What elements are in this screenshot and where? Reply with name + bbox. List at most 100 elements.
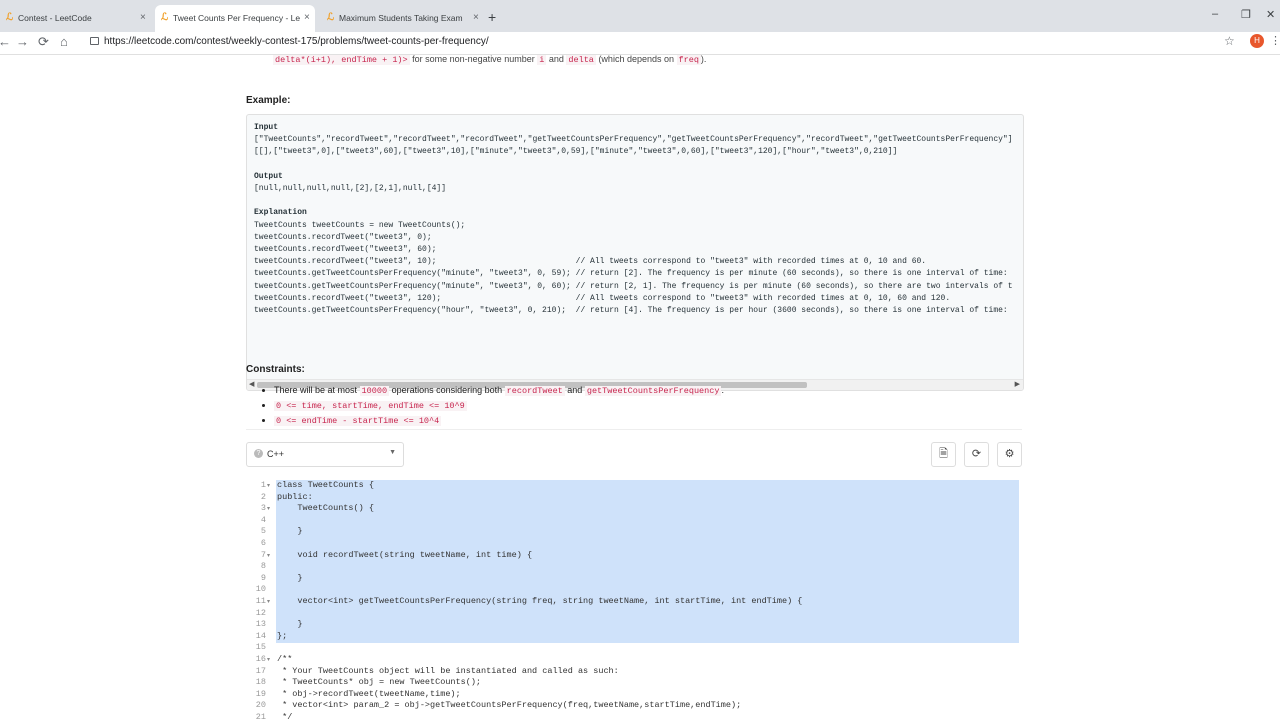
chevron-down-icon: ▼ [389, 449, 396, 456]
maximize-icon[interactable]: ❐ [1241, 8, 1251, 21]
line-number: 7 [260, 549, 266, 560]
new-tab-button[interactable]: + [488, 9, 496, 25]
line-number: 11 [255, 596, 266, 606]
code-line[interactable]: 8 [246, 561, 1022, 573]
profile-avatar[interactable]: H [1250, 34, 1264, 48]
constraint-item: 0 <= time, startTime, endTime <= 10^9 [274, 398, 724, 413]
line-number: 13 [255, 619, 266, 630]
code-line[interactable]: 18 * TweetCounts* obj = new TweetCounts(… [246, 677, 1022, 689]
code-text: */ [277, 712, 293, 722]
language-select[interactable]: ? C++ ▼ [246, 442, 404, 467]
code-text: TweetCounts() { [277, 503, 374, 514]
browser-menu-icon[interactable]: ⋮ [1270, 34, 1280, 47]
fold-toggle-icon[interactable]: ▾ [267, 480, 270, 492]
line-number: 9 [260, 572, 266, 583]
line-number: 6 [260, 538, 266, 548]
code-text: class TweetCounts { [277, 480, 374, 490]
tab-maximum-students[interactable]: ℒ Maximum Students Taking Exam × [321, 5, 483, 32]
code-line[interactable]: 5 } [246, 526, 1022, 538]
line-number: 1 [260, 480, 266, 490]
code-line[interactable]: 3 ▾ TweetCounts() { [246, 503, 1022, 515]
code-line[interactable]: 14}; [246, 631, 1022, 643]
forward-icon[interactable]: → [16, 34, 29, 49]
bookmark-star-icon[interactable]: ☆ [1224, 34, 1235, 48]
code-line[interactable]: 20 * vector<int> param_2 = obj->getTweet… [246, 700, 1022, 712]
code-text: public: [277, 491, 313, 502]
example-line [254, 159, 1013, 171]
example-line: tweetCounts.recordTweet("tweet3", 0); [254, 232, 432, 242]
code-line[interactable]: 7 ▾ void recordTweet(string tweetName, in… [246, 550, 1022, 562]
inline-code: i [537, 55, 547, 65]
back-icon[interactable]: ← [0, 34, 11, 49]
code-text: } [277, 619, 303, 630]
tab-close-icon[interactable]: × [473, 12, 479, 23]
scroll-right-icon[interactable]: ▶ [1015, 380, 1020, 388]
example-line: [null,null,null,null,[2],[2,1],null,[4]] [254, 184, 447, 194]
line-number: 5 [260, 526, 266, 537]
example-line: tweetCounts.recordTweet("tweet3", 120); … [254, 293, 951, 303]
tab-title: Contest - LeetCode [18, 13, 92, 23]
example-line: TweetCounts tweetCounts = new TweetCount… [254, 220, 466, 230]
address-bar[interactable]: https://leetcode.com/contest/weekly-cont… [104, 36, 489, 47]
tab-close-icon[interactable]: × [140, 12, 146, 23]
code-line[interactable]: 17 * Your TweetCounts object will be ins… [246, 666, 1022, 678]
line-number: 19 [255, 688, 266, 699]
code-text: * vector<int> param_2 = obj->getTweetCou… [277, 700, 742, 711]
divider [246, 429, 1022, 430]
code-line[interactable]: 12 [246, 608, 1022, 620]
code-text: /** [277, 654, 293, 664]
reset-code-button[interactable]: ⟳ [964, 442, 989, 467]
tab-tweet-counts[interactable]: ℒ Tweet Counts Per Frequency - Le × [155, 5, 315, 32]
fold-toggle-icon[interactable]: ▾ [267, 654, 270, 666]
code-line[interactable]: 15 [246, 642, 1022, 654]
code-line[interactable]: 9 } [246, 573, 1022, 585]
fold-toggle-icon[interactable]: ▾ [267, 596, 270, 608]
reload-icon[interactable]: ⟳ [38, 34, 49, 50]
code-line[interactable]: 19 * obj->recordTweet(tweetName,time); [246, 689, 1022, 701]
code-line[interactable]: 1 ▾ class TweetCounts { [246, 480, 1022, 492]
example-line: Output [254, 171, 283, 181]
example-line: tweetCounts.getTweetCountsPerFrequency("… [254, 269, 1008, 279]
code-line[interactable]: 13 } [246, 619, 1022, 631]
line-number: 12 [255, 607, 266, 618]
example-line: ["TweetCounts","recordTweet","recordTwee… [254, 135, 1013, 145]
example-line [254, 195, 1013, 207]
help-icon[interactable]: ? [254, 449, 263, 458]
code-text: vector<int> getTweetCountsPerFrequency(s… [277, 596, 803, 606]
gear-icon: ⚙ [1004, 448, 1015, 460]
example-line: tweetCounts.getTweetCountsPerFrequency("… [254, 306, 1008, 316]
scroll-left-icon[interactable]: ◀ [249, 380, 254, 388]
close-window-icon[interactable]: ✕ [1266, 8, 1275, 21]
line-number: 14 [255, 630, 266, 641]
fold-toggle-icon[interactable]: ▾ [267, 503, 270, 515]
example-line: [[],["tweet3",0],["tweet3",60],["tweet3"… [254, 147, 898, 157]
leetcode-favicon-icon: ℒ [6, 12, 14, 23]
code-line[interactable]: 2 public: [246, 492, 1022, 504]
document-icon: 🗎 [939, 448, 948, 460]
code-line[interactable]: 6 [246, 538, 1022, 550]
code-line[interactable]: 10 [246, 584, 1022, 596]
code-text: } [277, 572, 303, 583]
leetcode-favicon-icon: ℒ [327, 12, 335, 23]
minimize-icon[interactable]: – [1212, 8, 1218, 20]
tab-close-icon[interactable]: × [304, 12, 310, 23]
code-line[interactable]: 21 */ [246, 712, 1022, 724]
example-line: tweetCounts.recordTweet("tweet3", 60); [254, 245, 437, 255]
example-line: tweetCounts.recordTweet("tweet3", 10); /… [254, 257, 927, 267]
code-text: void recordTweet(string tweetName, int t… [277, 549, 533, 560]
tab-contest[interactable]: ℒ Contest - LeetCode × [0, 5, 150, 32]
line-number: 15 [255, 642, 266, 653]
line-number: 10 [255, 584, 266, 595]
code-editor[interactable]: 1 ▾ class TweetCounts {2 public: 3 ▾ TweetCou… [246, 478, 1022, 722]
code-text: }; [277, 630, 288, 641]
browser-toolbar: ← → ⟳ ⌂ https://leetcode.com/contest/wee… [0, 32, 1280, 55]
code-line[interactable]: 11 ▾ vector<int> getTweetCountsPerFrequen… [246, 596, 1022, 608]
fold-toggle-icon[interactable]: ▾ [267, 550, 270, 562]
code-text: } [277, 526, 303, 537]
code-line[interactable]: 4 [246, 515, 1022, 527]
home-icon[interactable]: ⌂ [60, 34, 68, 49]
editor-settings-button[interactable]: ⚙ [997, 442, 1022, 467]
tab-title: Maximum Students Taking Exam [339, 13, 463, 23]
notes-button[interactable]: 🗎 [931, 442, 956, 467]
code-line[interactable]: 16 ▾ /** [246, 654, 1022, 666]
